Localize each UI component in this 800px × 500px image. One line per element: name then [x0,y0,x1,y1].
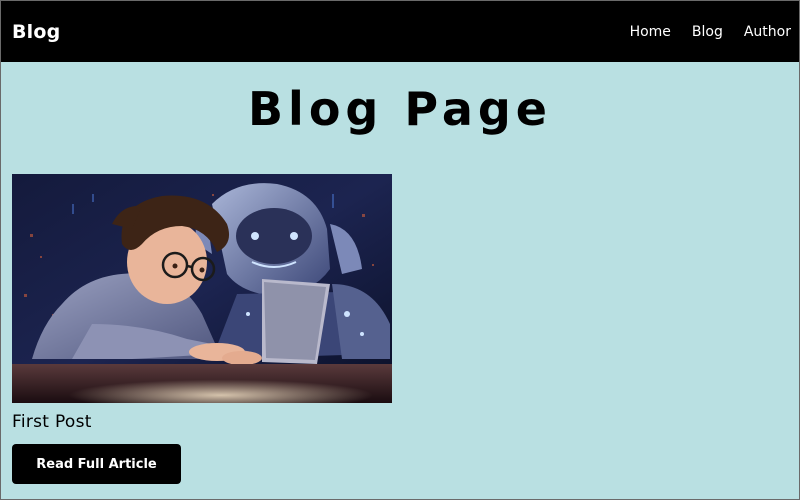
post-title[interactable]: First Post [12,412,392,432]
browser-viewport: Blog Home Blog Author Blog Page First Po… [0,0,800,500]
nav-link-home[interactable]: Home [630,24,671,40]
nav-link-author[interactable]: Author [744,24,791,40]
nav-link-blog[interactable]: Blog [692,24,723,40]
post-thumbnail-image[interactable] [12,174,392,403]
top-navbar: Blog Home Blog Author [1,1,799,62]
nav-links: Home Blog Author [609,24,791,40]
brand-logo[interactable]: Blog [12,21,60,43]
post-card: First Post Read Full Article [12,174,392,484]
read-full-article-button[interactable]: Read Full Article [12,444,181,484]
page-title: Blog Page [247,82,553,136]
